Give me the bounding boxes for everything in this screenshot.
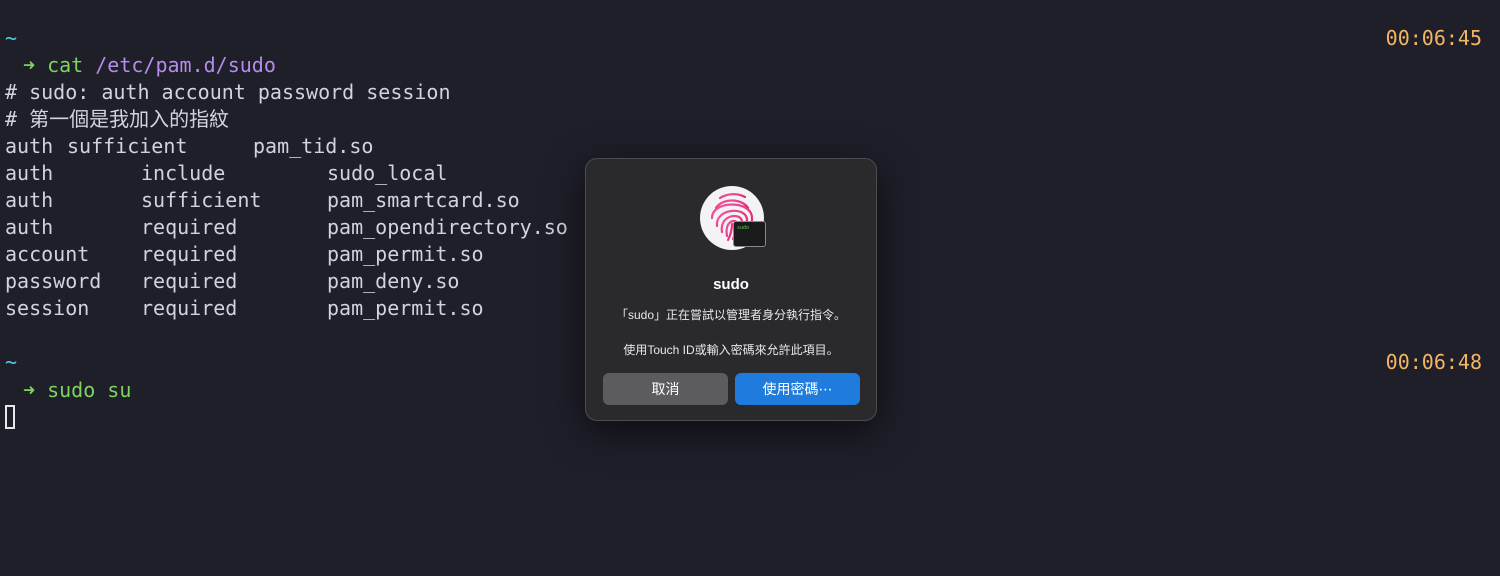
pam-rule-type: auth bbox=[5, 215, 54, 239]
pam-rule-type: auth bbox=[5, 161, 54, 185]
pam-rule: auth required pam_opendirectory.so bbox=[5, 214, 605, 241]
prompt-timestamp: 00:06:48 bbox=[1385, 350, 1482, 374]
cancel-button[interactable]: 取消 bbox=[603, 373, 728, 405]
file-comment: # sudo: auth account password session bbox=[5, 80, 451, 104]
prompt-directory: ~ bbox=[5, 26, 18, 50]
command-line: ➜ cat /etc/pam.d/sudo bbox=[5, 52, 276, 79]
prompt-arrow-icon: ➜ bbox=[23, 378, 36, 402]
pam-rule-control: required bbox=[141, 242, 238, 266]
pam-rule-control: required bbox=[141, 215, 238, 239]
command-name: sudo su bbox=[47, 378, 132, 402]
pam-rule-type: account bbox=[5, 242, 90, 266]
pam-rule: auth sufficient pam_tid.so bbox=[5, 133, 605, 160]
pam-rule-type: auth bbox=[5, 188, 54, 212]
pam-rule-module: pam_permit.so bbox=[327, 296, 484, 320]
pam-rule-control: sufficient bbox=[141, 188, 262, 212]
pam-rule-module: pam_opendirectory.so bbox=[327, 215, 568, 239]
prompt-arrow-icon: ➜ bbox=[23, 53, 36, 77]
pam-rule-type: password bbox=[5, 269, 102, 293]
pam-rule: auth sufficient pam_smartcard.so bbox=[5, 187, 605, 214]
prompt-timestamp: 00:06:45 bbox=[1385, 26, 1482, 50]
pam-rule-module: sudo_local bbox=[327, 161, 448, 185]
pam-rule-control: required bbox=[141, 269, 238, 293]
use-password-button[interactable]: 使用密碼⋯ bbox=[735, 373, 860, 405]
pam-rule-control: required bbox=[141, 296, 238, 320]
pam-rule-module: pam_tid.so bbox=[253, 134, 374, 158]
command-line: ➜ sudo su bbox=[5, 377, 131, 404]
pam-rule: account required pam_permit.so bbox=[5, 241, 605, 268]
terminal-cursor bbox=[5, 405, 15, 429]
file-comment: # 第一個是我加入的指紋 bbox=[5, 107, 230, 131]
touch-id-dialog: sudo sudo 「sudo」正在嘗試以管理者身分執行指令。 使用Touch … bbox=[585, 158, 877, 421]
pam-rule-type: auth bbox=[5, 134, 54, 158]
command-name: cat bbox=[47, 53, 84, 77]
pam-rule-module: pam_smartcard.so bbox=[327, 188, 520, 212]
pam-rule: password required pam_deny.so bbox=[5, 268, 605, 295]
dialog-message: 「sudo」正在嘗試以管理者身分執行指令。 bbox=[615, 308, 847, 322]
pam-rule-module: pam_permit.so bbox=[327, 242, 484, 266]
dialog-title: sudo bbox=[713, 276, 749, 293]
dialog-hint: 使用Touch ID或輸入密碼來允許此項目。 bbox=[623, 343, 839, 357]
pam-rule-module: pam_deny.so bbox=[327, 269, 460, 293]
terminal-app-icon: sudo bbox=[733, 221, 766, 247]
pam-rule-control: sufficient bbox=[67, 134, 188, 158]
command-argument: /etc/pam.d/sudo bbox=[95, 53, 276, 77]
pam-rule-type: session bbox=[5, 296, 90, 320]
pam-rule: auth include sudo_local bbox=[5, 160, 605, 187]
prompt-directory: ~ bbox=[5, 350, 18, 374]
pam-rule-control: include bbox=[141, 161, 226, 185]
pam-rule: session required pam_permit.so bbox=[5, 295, 605, 322]
